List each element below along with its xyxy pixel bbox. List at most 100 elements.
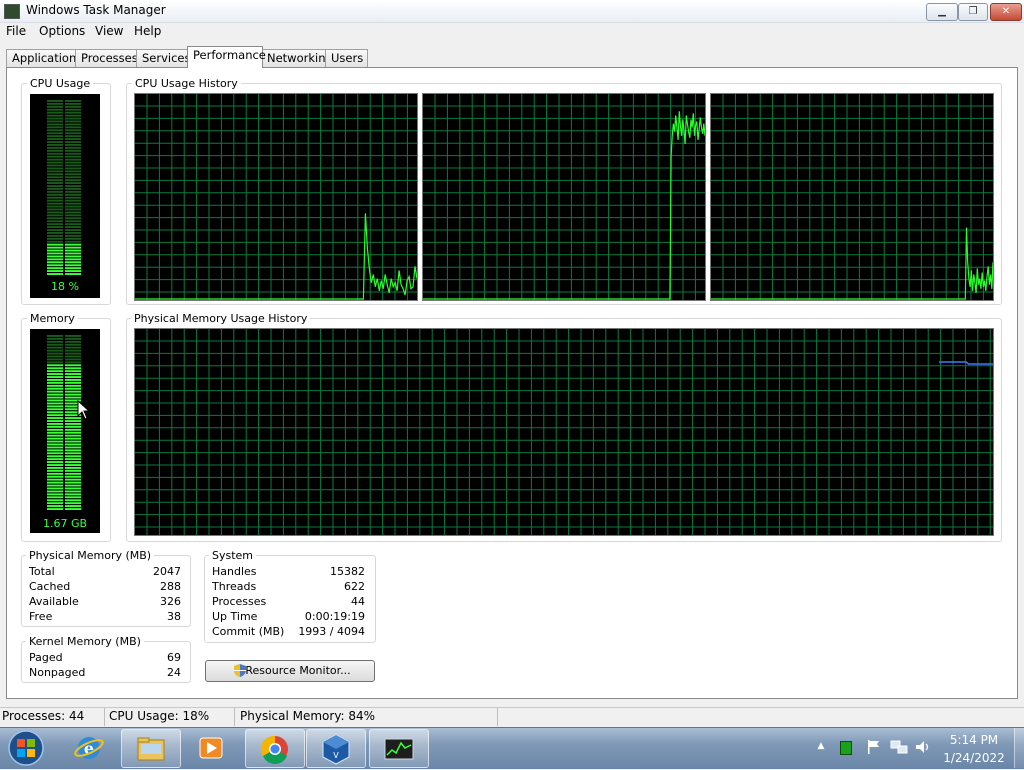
meter-segment <box>65 214 81 217</box>
taskbar-virtualbox[interactable]: V <box>306 729 366 768</box>
clock-time[interactable]: 5:14 PM <box>940 733 1008 747</box>
stat-free-name: Free <box>29 610 53 623</box>
meter-segment <box>65 193 81 196</box>
kernel-memory-stats: Paged 69 Nonpaged 24 <box>29 651 181 681</box>
cpu-usage-meter: 18 % <box>30 94 100 298</box>
taskbar-chrome[interactable] <box>245 729 305 768</box>
cpu-history-graph-core-3 <box>710 93 994 301</box>
action-center-flag-icon[interactable] <box>866 739 882 755</box>
show-desktop-button[interactable] <box>1014 728 1024 768</box>
meter-segment <box>47 261 63 264</box>
memory-history-line <box>939 361 993 365</box>
stat-processes: Processes 44 <box>212 595 365 610</box>
network-icon[interactable] <box>890 739 908 755</box>
minimize-button[interactable]: ▁ <box>926 3 958 21</box>
meter-segment <box>47 108 63 111</box>
taskbar-media-player[interactable] <box>182 729 240 766</box>
tab-performance[interactable]: Performance <box>187 46 266 68</box>
media-player-icon <box>199 737 223 759</box>
tab-networking[interactable]: Networking <box>261 49 333 67</box>
meter-segment <box>47 428 63 431</box>
memory-meter: 1.67 GB <box>30 329 100 533</box>
meter-segment <box>65 220 81 223</box>
meter-segment <box>65 349 81 352</box>
stat-handles-name: Handles <box>212 565 257 578</box>
meter-segment <box>65 173 81 176</box>
volume-icon[interactable] <box>914 739 932 755</box>
title-bar[interactable]: Windows Task Manager ▁ ❐ ✕ <box>0 0 1024 23</box>
meter-segment <box>65 461 81 463</box>
menu-help[interactable]: Help <box>134 24 161 38</box>
meter-segment <box>47 102 63 105</box>
taskbar-internet-explorer[interactable]: e <box>60 729 118 766</box>
menu-view[interactable]: View <box>95 24 123 38</box>
meter-segment <box>47 132 63 135</box>
meter-segment <box>47 258 63 261</box>
meter-segment <box>65 108 81 111</box>
meter-segment <box>47 211 63 214</box>
meter-segment <box>47 114 63 117</box>
start-button[interactable] <box>6 729 46 767</box>
resource-monitor-button[interactable]: Resource Monitor... <box>205 660 375 682</box>
stat-processes-name: Processes <box>212 595 267 608</box>
meter-segment <box>47 449 63 452</box>
meter-segment <box>47 205 63 208</box>
meter-segment <box>65 217 81 220</box>
meter-segment <box>65 226 81 228</box>
history-series-line <box>135 213 417 300</box>
menu-file[interactable]: File <box>6 24 26 38</box>
meter-segment <box>47 161 63 164</box>
meter-segment <box>47 246 63 249</box>
menu-options[interactable]: Options <box>39 24 85 38</box>
meter-segment <box>65 352 81 355</box>
meter-segment <box>47 267 63 270</box>
meter-segment <box>65 205 81 208</box>
tab-processes[interactable]: Processes <box>75 49 138 67</box>
physical-memory-label: Physical Memory (MB) <box>26 549 155 562</box>
meter-segment <box>47 417 63 419</box>
meter-segment <box>47 346 63 349</box>
meter-segment <box>47 355 63 358</box>
meter-segment <box>65 232 81 234</box>
meter-segment <box>47 237 63 240</box>
meter-segment <box>65 234 81 237</box>
task-manager-tray-icon[interactable] <box>840 741 852 755</box>
stat-uptime-name: Up Time <box>212 610 258 623</box>
meter-segment <box>47 100 63 102</box>
meter-segment <box>47 223 63 226</box>
stat-commit-value: 1993 / 4094 <box>298 625 365 638</box>
clock-date[interactable]: 1/24/2022 <box>940 751 1008 765</box>
meter-segment <box>65 158 81 161</box>
meter-segment <box>47 196 63 199</box>
tab-applications[interactable]: Applications <box>6 49 82 67</box>
meter-segment <box>47 396 63 399</box>
stat-available: Available 326 <box>29 595 181 610</box>
meter-segment <box>47 434 63 437</box>
meter-segment <box>65 102 81 105</box>
meter-segment <box>65 443 81 446</box>
meter-segment <box>65 114 81 117</box>
close-button[interactable]: ✕ <box>990 3 1022 21</box>
meter-segment <box>47 423 63 425</box>
meter-segment <box>65 138 81 140</box>
maximize-button[interactable]: ❐ <box>958 3 988 21</box>
meter-segment <box>47 361 63 364</box>
tab-users[interactable]: Users <box>325 49 368 67</box>
mouse-cursor-icon <box>77 400 89 420</box>
meter-segment <box>65 120 81 123</box>
meter-segment <box>65 243 81 246</box>
meter-segment <box>47 370 63 373</box>
meter-segment <box>47 475 63 478</box>
meter-segment <box>65 237 81 240</box>
show-hidden-icons-icon[interactable]: ▲ <box>815 741 827 751</box>
taskbar-file-explorer[interactable] <box>121 729 181 768</box>
meter-segment <box>65 428 81 431</box>
meter-segment <box>65 240 81 243</box>
taskbar-task-manager[interactable] <box>369 729 429 768</box>
meter-segment <box>65 458 81 461</box>
stat-handles-value: 15382 <box>330 565 365 578</box>
meter-segment <box>47 229 63 231</box>
meter-segment <box>65 264 81 267</box>
memory-history-label: Physical Memory Usage History <box>131 312 311 325</box>
tab-services[interactable]: Services <box>136 49 192 67</box>
